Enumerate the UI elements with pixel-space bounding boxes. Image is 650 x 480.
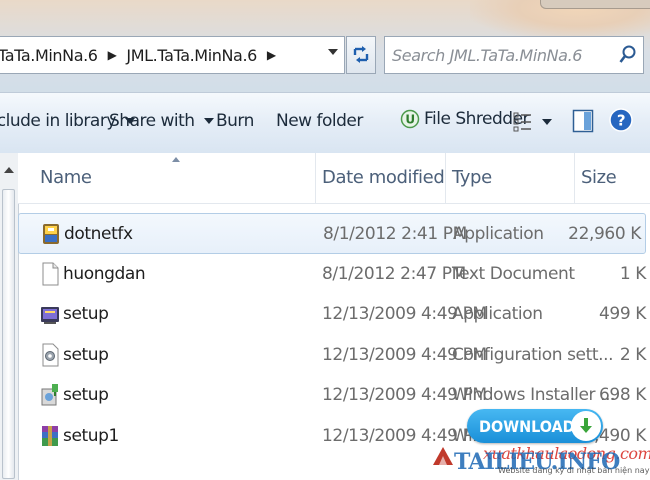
watermark-logo-icon (433, 447, 453, 465)
file-name: setup1 (63, 425, 119, 446)
file-name: setup (63, 344, 109, 365)
preview-pane-button[interactable] (572, 109, 594, 133)
winrar-archive-icon (42, 425, 58, 446)
file-name: dotnetfx (64, 224, 133, 244)
column-header-date-modified[interactable]: Date modified (322, 167, 445, 188)
scrollbar-thumb[interactable] (2, 189, 15, 479)
file-date: 8/1/2012 2:41 PM (323, 224, 467, 244)
command-bar: Include in library Share with Burn New f… (0, 92, 650, 154)
breadcrumb-label: TaTa.MinNa.6 (0, 45, 98, 65)
windows-installer-icon (41, 384, 58, 406)
column-divider[interactable] (574, 153, 575, 203)
button-label: Burn (216, 111, 254, 131)
file-name: setup (63, 304, 109, 325)
download-label: DOWNLOAD (479, 416, 575, 436)
text-document-icon (42, 262, 59, 286)
sort-ascending-icon (172, 157, 180, 162)
file-type: Text Document (452, 263, 575, 284)
file-type: Windows Installer ... (452, 385, 616, 406)
file-size: 1 K (619, 263, 647, 284)
column-divider[interactable] (445, 153, 446, 203)
svg-text:?: ? (617, 112, 625, 130)
file-row[interactable]: huongdan 8/1/2012 2:47 PM Text Document … (18, 254, 650, 295)
column-header-name[interactable]: Name (40, 167, 92, 188)
file-row[interactable]: dotnetfx 8/1/2012 2:41 PM Application 22… (18, 213, 646, 254)
file-type: Application (453, 224, 544, 244)
change-view-button[interactable] (513, 111, 552, 133)
file-row[interactable]: setup 12/13/2009 4:49 PM Configuration s… (18, 335, 650, 376)
file-shredder-button[interactable]: U File Shredder (400, 108, 530, 130)
button-label: Include in library (0, 111, 116, 131)
navigation-scrollbar[interactable] (0, 153, 19, 480)
column-header-type[interactable]: Type (452, 167, 492, 188)
file-size: 499 K (599, 304, 646, 325)
scroll-up-icon[interactable] (4, 167, 14, 173)
search-icon[interactable] (619, 45, 637, 65)
file-row[interactable]: setup 12/13/2009 4:49 PM Application 499… (18, 294, 650, 335)
breadcrumb-chevron-icon[interactable]: ▶ (267, 48, 276, 62)
column-header-row: Name Date modified Type Size (18, 153, 650, 204)
column-header-size[interactable]: Size (581, 167, 617, 188)
breadcrumb-current[interactable]: JML.TaTa.MinNa.6 ▶ (122, 37, 281, 73)
help-icon: ? (609, 108, 633, 132)
burn-button[interactable]: Burn (216, 111, 254, 131)
button-label: New folder (276, 111, 363, 131)
file-name: huongdan (63, 263, 146, 284)
refresh-button[interactable] (346, 36, 376, 74)
file-name: setup (63, 385, 109, 406)
refresh-icon (353, 46, 369, 63)
share-with-button[interactable]: Share with (109, 111, 214, 131)
breadcrumb-chevron-icon[interactable]: ▶ (108, 48, 117, 62)
setup-app-icon (41, 307, 59, 325)
help-button[interactable]: ? (609, 107, 633, 133)
download-watermark-button[interactable]: DOWNLOAD (467, 409, 603, 443)
file-size: 2 K (619, 344, 647, 365)
breadcrumb-label: JML.TaTa.MinNa.6 (126, 45, 257, 65)
address-bar[interactable]: TaTa.MinNa.6 ▶ JML.TaTa.MinNa.6 ▶ (0, 36, 345, 74)
preview-pane-icon (572, 109, 594, 133)
window-frame-corner (540, 0, 650, 9)
address-history-dropdown-icon[interactable] (328, 49, 338, 55)
breadcrumb-parent[interactable]: TaTa.MinNa.6 ▶ (0, 37, 122, 73)
chevron-down-icon (542, 119, 552, 125)
file-size: 698 K (599, 385, 646, 406)
column-divider[interactable] (315, 153, 316, 203)
file-type: Configuration sett... (452, 344, 614, 365)
file-type: Application (452, 304, 543, 325)
search-input[interactable]: Search JML.TaTa.MinNa.6 (384, 36, 644, 74)
file-size: 22,960 K (568, 224, 641, 244)
watermark-tagline: Website đang ký đi nhật bản hiện nay (498, 466, 650, 475)
svg-text:U: U (405, 113, 414, 127)
installer-app-icon (43, 224, 59, 244)
new-folder-button[interactable]: New folder (276, 111, 363, 131)
button-label: Share with (109, 111, 195, 131)
download-arrow-icon (580, 418, 592, 433)
file-shredder-icon: U (400, 109, 420, 129)
download-circle (571, 411, 601, 441)
search-placeholder: Search JML.TaTa.MinNa.6 (392, 45, 583, 65)
view-list-icon (513, 112, 531, 132)
config-gear-icon (42, 343, 59, 367)
chevron-down-icon (203, 118, 214, 124)
file-date: 8/1/2012 2:47 PM (322, 263, 466, 284)
